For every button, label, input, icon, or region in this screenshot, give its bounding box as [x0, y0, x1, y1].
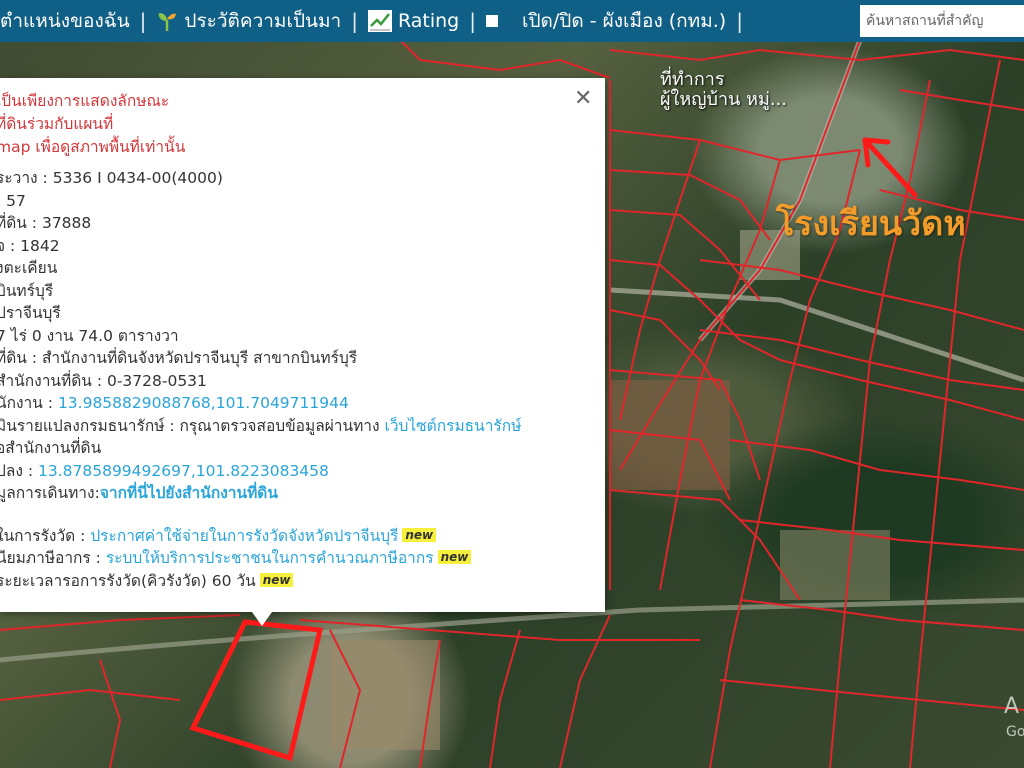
- survey-queue-line: ระยะเวลารอการรังวัด(คิวรังวัด) 60 วัน new: [0, 570, 596, 593]
- office-coordinates-link[interactable]: 13.9858829088768,101.7049711944: [58, 394, 349, 412]
- directions-link[interactable]: จากที่นี่ไปยังสำนักงานที่ดิน: [100, 484, 278, 502]
- divider: |: [139, 9, 147, 33]
- city-plan-label: เปิด/ปิด - ผังเมือง (กทม.): [521, 10, 727, 32]
- new-badge: new: [259, 572, 294, 587]
- area-line: 7 ไร่ 0 งาน 74.0 ตารางวา: [0, 326, 179, 345]
- parcel-coordinates-line: ปลง : 13.8785899492697,101.8223083458: [0, 461, 329, 480]
- rating-label: Rating: [397, 10, 460, 32]
- deed-number-line: ที่ดิน : 37888: [0, 214, 92, 232]
- landmark-search-input[interactable]: [860, 5, 1024, 37]
- subdistrict-line: งตะเคียน: [0, 259, 58, 277]
- survey-fee-link[interactable]: ประกาศค่าใช้จ่ายในการรังวัดจังหวัดปราจีน…: [90, 527, 398, 545]
- warning-line: ที่ดินร่วมกับแผนที่: [0, 115, 114, 133]
- directions-line: มูลการเดินทาง:จากที่นี่ไปยังสำนักงานที่ด…: [0, 484, 278, 502]
- city-plan-toggle[interactable]: เปิด/ปิด - ผังเมือง (กทม.): [480, 6, 732, 36]
- map-watermark: A: [1004, 694, 1020, 719]
- map-sheet-line: ระวาง : 5336 I 0434-00(4000): [0, 169, 223, 187]
- village-office-label: ที่ทำการ ผู้ใหญ่บ้าน หมู่...: [660, 69, 787, 110]
- new-badge: new: [402, 527, 437, 542]
- popup-pointer: [252, 612, 272, 626]
- office-coordinates-line: นักงาน : 13.9858829088768,101.7049711944: [0, 394, 349, 412]
- district-line: บินทร์บุรี: [0, 281, 54, 300]
- warning-line: เป็นเพียงการแสดงลักษณะ: [0, 92, 170, 110]
- top-navigation-bar: ตำแหน่งของฉัน | ประวัติความเป็นมา | Rati…: [0, 0, 1024, 42]
- divider: |: [351, 9, 358, 33]
- survey-page-line: จ : 1842: [0, 236, 60, 255]
- treasury-appraisal-line-2: อสำนักงานที่ดิน: [0, 439, 102, 457]
- chart-check-icon: [367, 10, 392, 32]
- history-label: ประวัติความเป็นมา: [184, 10, 342, 32]
- parcel-coordinates-link[interactable]: 13.8785899492697,101.8223083458: [38, 462, 329, 480]
- divider: |: [469, 9, 476, 33]
- land-office-phone-line: สำนักงานที่ดิน : 0-3728-0531: [0, 371, 207, 390]
- warning-line: map เพื่อดูสภาพพื้นที่เท่านั้น: [0, 138, 186, 156]
- history-button[interactable]: ประวัติความเป็นมา: [150, 6, 347, 36]
- treasury-website-link[interactable]: เว็บไซต์กรมธนารักษ์: [385, 417, 522, 435]
- my-location-button[interactable]: ตำแหน่งของฉัน: [0, 6, 136, 36]
- parcel-info-popup: ✕ เป็นเพียงการแสดงลักษณะ ที่ดินร่วมกับแผ…: [0, 78, 605, 612]
- school-label: โรงเรียนวัดห: [776, 204, 966, 244]
- my-location-label: ตำแหน่งของฉัน: [0, 10, 130, 32]
- divider: |: [736, 9, 743, 33]
- tax-calc-link[interactable]: ระบบให้บริการประชาชนในการคำนวณภาษีอากร: [106, 549, 434, 567]
- map-watermark-sub: Go: [1006, 724, 1024, 740]
- sprout-icon: [159, 13, 177, 31]
- checkbox-icon[interactable]: [485, 15, 498, 27]
- province-line: ปราจีนบุรี: [0, 304, 61, 322]
- parcel-number-line: : 57: [0, 191, 26, 210]
- new-badge: new: [437, 550, 472, 564]
- land-office-line: ที่ดิน : สำนักงานที่ดินจังหวัดปราจีนบุรี…: [0, 349, 358, 367]
- rating-button[interactable]: Rating: [362, 10, 465, 32]
- tax-fee-line: นียมภาษีอากร : ระบบให้บริการประชาชนในการ…: [0, 547, 596, 570]
- treasury-appraisal-line: มินรายแปลงกรมธนารักษ์ : กรุณาตรวจสอบข้อม…: [0, 416, 522, 435]
- survey-fee-line: ในการรังวัด : ประกาศค่าใช้จ่ายในการรังวั…: [0, 525, 596, 548]
